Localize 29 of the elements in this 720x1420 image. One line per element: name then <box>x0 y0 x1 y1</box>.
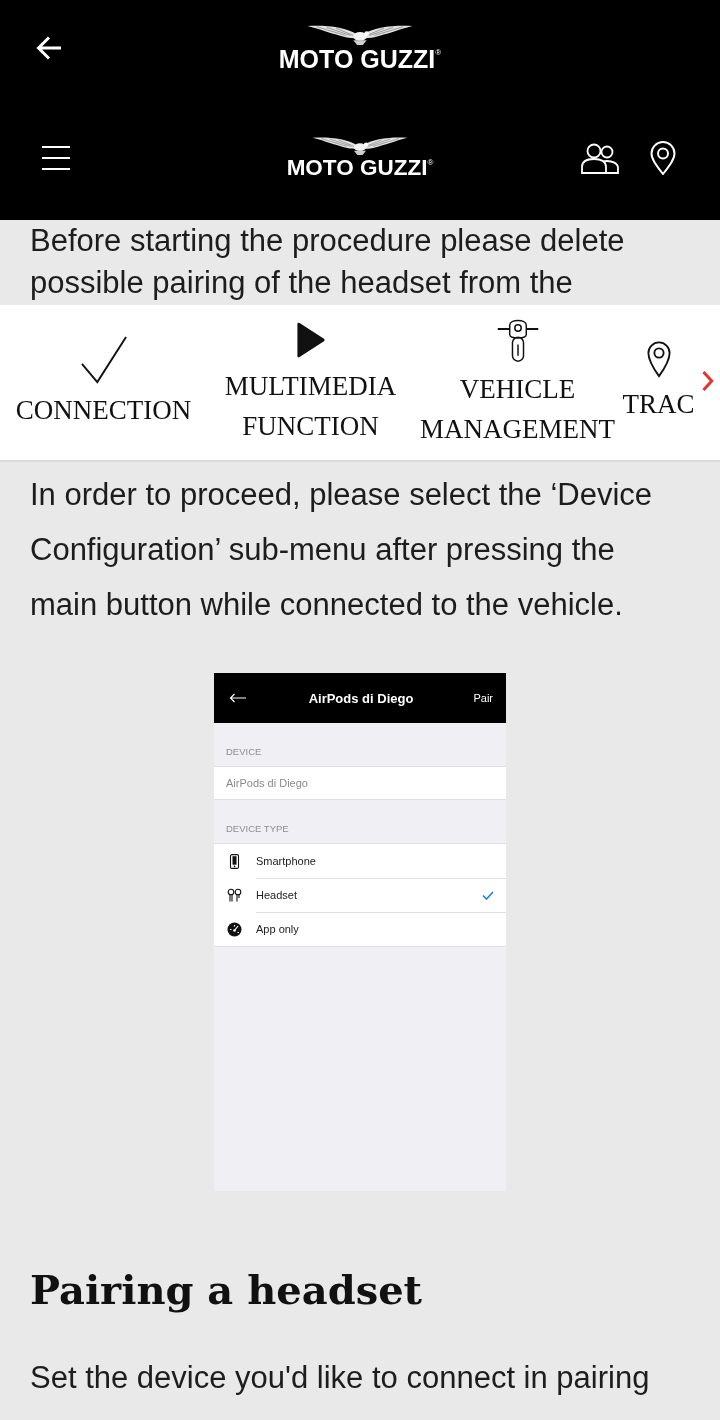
section-tab[interactable]: CONNECTION <box>0 305 207 460</box>
speedometer-icon <box>227 921 242 937</box>
section-label: DEVICE TYPE <box>225 822 290 836</box>
device-name-field[interactable]: AirPods di Diego <box>214 766 506 800</box>
section-label: DEVICE <box>225 745 263 759</box>
app-title: AirPods di Diego <box>308 690 414 706</box>
back-arrow-icon[interactable] <box>229 693 247 703</box>
section-tab[interactable]: TRAC <box>621 305 696 460</box>
earbuds-icon <box>227 887 242 903</box>
section-paragraph: Set the device you'd like to connect in pairing <box>29 1359 651 1397</box>
pair-link[interactable]: Pair <box>473 692 493 704</box>
device-type-option[interactable]: Smartphone <box>214 844 506 878</box>
section-tab[interactable]: MULTIMEDIA FUNCTION <box>207 305 414 460</box>
location-pin-icon <box>646 341 671 378</box>
intro-paragraph: Before starting the procedure please delete possible pairing of the headset from the <box>29 222 626 302</box>
section-heading: Pairing a headset <box>29 1266 424 1314</box>
instructions-paragraph: In order to proceed, please select the ‘Device Configuration’ sub-menu after pressing the main button while connected to the vehicle. <box>29 476 654 624</box>
menu-icon[interactable] <box>42 146 70 170</box>
chevron-right-icon <box>702 370 714 392</box>
logo-wordmark: MOTO GUZZI$^{®}$ <box>286 157 434 180</box>
device-type-option[interactable]: Headset <box>214 878 506 912</box>
logo-wordmark: MOTO GUZZI$^{®}$ <box>278 47 442 72</box>
smartphone-icon <box>227 853 242 869</box>
users-icon[interactable] <box>580 142 620 174</box>
location-pin-icon[interactable] <box>650 141 676 175</box>
device-type-option[interactable]: App only <box>214 912 506 946</box>
section-tab[interactable]: VEHICLE MANAGEMENT <box>414 305 621 460</box>
check-icon <box>80 335 127 384</box>
back-arrow-icon[interactable] <box>35 35 63 61</box>
